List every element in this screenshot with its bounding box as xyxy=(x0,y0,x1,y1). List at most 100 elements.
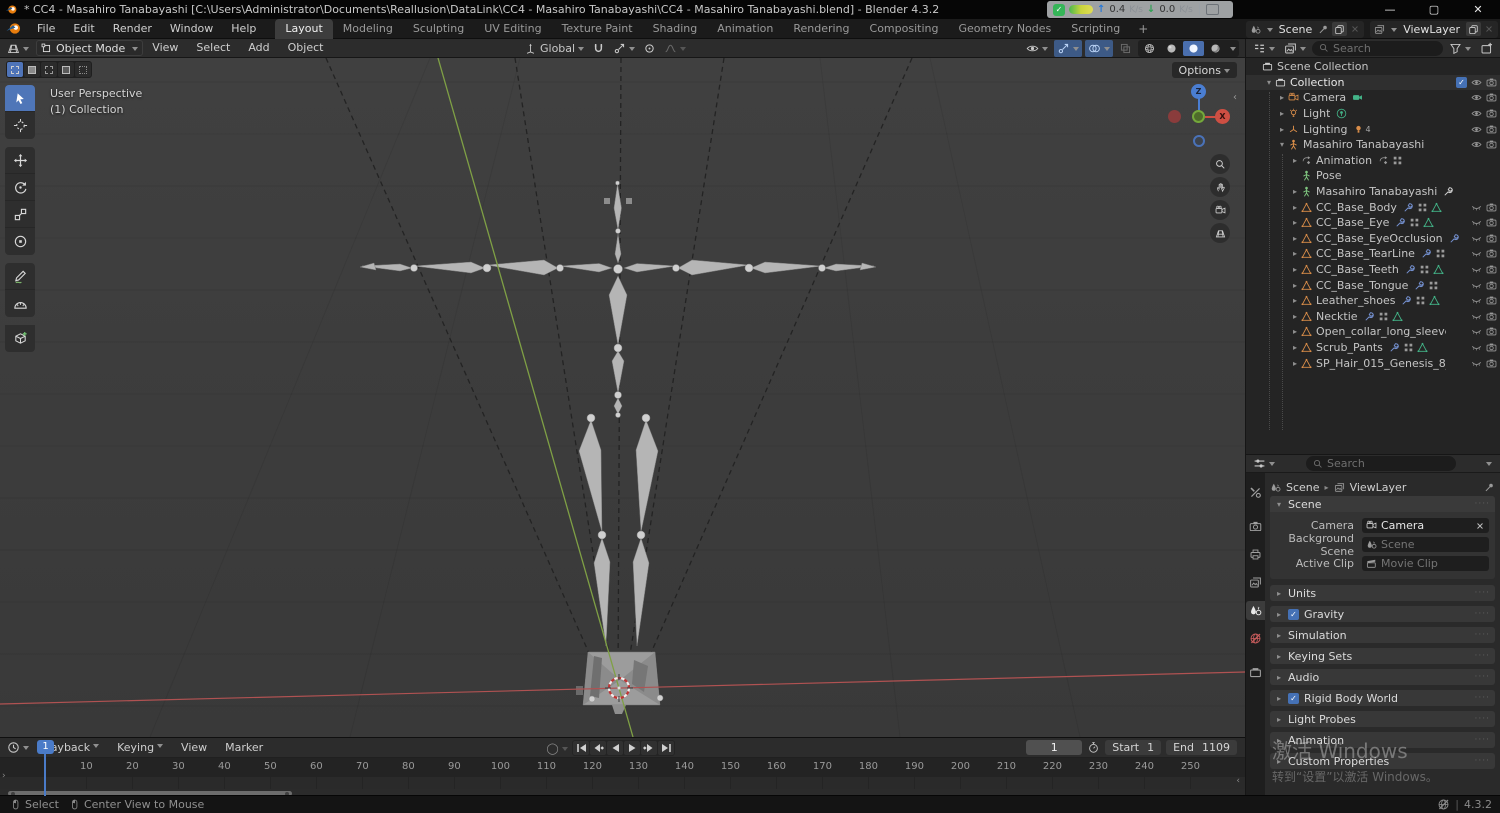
chevron-right-icon[interactable]: ▸ xyxy=(1289,281,1301,290)
outliner-item-label[interactable]: Masahiro Tanabayashi xyxy=(1303,138,1424,151)
eye-closed-icon[interactable] xyxy=(1471,217,1482,228)
gizmo-negative-z-axis[interactable] xyxy=(1193,135,1205,147)
wrench-badge-icon[interactable] xyxy=(1389,342,1400,353)
workspace-tab-scripting[interactable]: Scripting xyxy=(1061,19,1130,39)
timeline-menu-keying[interactable]: Keying xyxy=(108,738,172,758)
chevron-right-icon[interactable]: ▸ xyxy=(1289,218,1301,227)
tri-badge-icon[interactable] xyxy=(1392,311,1403,322)
chevron-right-icon[interactable]: ▸ xyxy=(1289,249,1301,258)
wrench-badge-icon[interactable] xyxy=(1403,202,1414,213)
outliner-row-cc-base-eye[interactable]: ▸ CC_Base_Eye xyxy=(1246,215,1500,231)
properties-editor-type-button[interactable] xyxy=(1250,455,1278,472)
timeline-ruler[interactable]: 10 20 30 40 50 60 70 80 90 100 110 120 130 140 150 160 1… xyxy=(0,758,1245,777)
anim-badge-icon[interactable] xyxy=(1378,155,1389,166)
breadcrumb-scene[interactable]: Scene xyxy=(1286,481,1320,494)
field-input-background-scene[interactable]: Scene xyxy=(1362,537,1489,552)
xray-toggle[interactable] xyxy=(1116,40,1135,57)
tool-select-box[interactable] xyxy=(5,85,35,112)
panel-light-probes[interactable]: ▸ Light Probes ···· xyxy=(1270,711,1495,727)
eye-closed-icon[interactable] xyxy=(1471,342,1482,353)
snap-toggle[interactable] xyxy=(589,40,608,57)
pin-icon[interactable] xyxy=(1484,482,1495,493)
timeline-tracks[interactable] xyxy=(0,777,1245,789)
new-scene-button[interactable] xyxy=(1332,22,1348,36)
outliner-row-masahiro-tanabayashi[interactable]: ▾ Masahiro Tanabayashi xyxy=(1246,137,1500,153)
menu-file[interactable]: File xyxy=(28,19,64,39)
outliner-row-cc-base-teeth[interactable]: ▸ CC_Base_Teeth xyxy=(1246,262,1500,278)
tri-badge-icon[interactable] xyxy=(1423,217,1434,228)
outliner-item-label[interactable]: CC_Base_Teeth xyxy=(1316,263,1399,276)
status-pill-icon[interactable] xyxy=(1069,5,1093,14)
vgroup-badge-icon[interactable] xyxy=(1417,202,1428,213)
eye-open-icon[interactable] xyxy=(1471,108,1482,119)
workspace-tab-animation[interactable]: Animation xyxy=(707,19,783,39)
panel-drag-handle[interactable]: ···· xyxy=(1475,735,1490,745)
shading-rendered-button[interactable] xyxy=(1205,41,1226,56)
blender-menu-icon[interactable] xyxy=(6,21,21,36)
outliner-item-label[interactable]: CC_Base_EyeOcclusion xyxy=(1316,232,1443,245)
panel-drag-handle[interactable]: ···· xyxy=(1475,672,1490,682)
tool-rotate[interactable] xyxy=(5,174,35,201)
tab-output[interactable] xyxy=(1246,545,1265,564)
panel-drag-handle[interactable]: ···· xyxy=(1475,693,1490,703)
outliner-row-masahiro-tanabayashi[interactable]: ▸ Masahiro Tanabayashi xyxy=(1246,184,1500,200)
chevron-right-icon[interactable]: ▸ xyxy=(1289,359,1301,368)
render-visibility-icon[interactable] xyxy=(1486,202,1497,213)
wrench-badge-icon[interactable] xyxy=(1395,217,1406,228)
render-visibility-icon[interactable] xyxy=(1486,233,1497,244)
scene-selector[interactable]: Scene xyxy=(1245,20,1365,38)
pin-icon[interactable] xyxy=(1318,24,1329,35)
select-mode-extend-button[interactable] xyxy=(24,62,40,77)
eye-open-icon[interactable] xyxy=(1471,77,1482,88)
scene-panel-header[interactable]: ▾ Scene ···· xyxy=(1270,496,1495,512)
outliner-item-label[interactable]: Scene Collection xyxy=(1277,60,1368,73)
outliner-row-scene-collection[interactable]: Scene Collection xyxy=(1246,59,1500,75)
menu-window[interactable]: Window xyxy=(161,19,222,39)
tool-annotate[interactable] xyxy=(5,263,35,290)
gizmo-x-axis[interactable]: X xyxy=(1215,109,1230,124)
wrench-badge-icon[interactable] xyxy=(1414,280,1425,291)
stopwatch-icon[interactable] xyxy=(1087,741,1100,754)
workspace-tab-texture-paint[interactable]: Texture Paint xyxy=(552,19,643,39)
clear-icon[interactable] xyxy=(1475,521,1485,531)
select-mode-intersect-button[interactable] xyxy=(75,62,91,77)
outliner-item-label[interactable]: Masahiro Tanabayashi xyxy=(1316,185,1437,198)
outliner-row-scrub-pants[interactable]: ▸ Scrub_Pants xyxy=(1246,340,1500,356)
vgroup-badge-icon[interactable] xyxy=(1415,295,1426,306)
panel-drag-handle[interactable]: ···· xyxy=(1475,651,1490,661)
panel-audio[interactable]: ▸ Audio ···· xyxy=(1270,669,1495,685)
tab-collection[interactable] xyxy=(1246,663,1265,682)
start-frame-field[interactable]: Start 1 xyxy=(1105,740,1162,755)
chevron-right-icon[interactable]: ▸ xyxy=(1289,296,1301,305)
outliner-row-pose[interactable]: Pose xyxy=(1246,168,1500,184)
gizmo-z-axis[interactable]: Z xyxy=(1191,84,1206,99)
chevron-right-icon[interactable]: ▸ xyxy=(1289,203,1301,212)
tool-add-cube[interactable] xyxy=(5,325,35,352)
sidebar-collapse-arrow[interactable]: ‹ xyxy=(1233,92,1237,103)
render-visibility-icon[interactable] xyxy=(1486,326,1497,337)
workspace-tab-shading[interactable]: Shading xyxy=(643,19,708,39)
gizmo-negative-x-axis[interactable] xyxy=(1168,110,1181,123)
maximize-button[interactable]: ▢ xyxy=(1412,0,1456,19)
outliner-item-label[interactable]: SP_Hair_015_Genesis_8_Male_ xyxy=(1316,357,1446,370)
shading-material-button[interactable] xyxy=(1183,40,1204,56)
eye-closed-icon[interactable] xyxy=(1471,264,1482,275)
vgroup-badge-icon[interactable] xyxy=(1409,217,1420,228)
transform-orientation-dropdown[interactable]: Global xyxy=(522,40,587,57)
outliner-item-label[interactable]: Camera xyxy=(1303,91,1346,104)
vgroup-badge-icon[interactable] xyxy=(1428,280,1439,291)
eye-closed-icon[interactable] xyxy=(1471,248,1482,259)
tab-scene[interactable] xyxy=(1246,601,1265,620)
gizmo-y-axis[interactable] xyxy=(1192,110,1205,123)
eye-closed-icon[interactable] xyxy=(1471,326,1482,337)
outliner-item-label[interactable]: CC_Base_Body xyxy=(1316,201,1397,214)
select-mode-new-button[interactable] xyxy=(7,62,23,77)
tool-scale[interactable] xyxy=(5,201,35,228)
tab-world[interactable] xyxy=(1246,629,1265,648)
panel-units[interactable]: ▸ Units ···· xyxy=(1270,585,1495,601)
render-visibility-icon[interactable] xyxy=(1486,217,1497,228)
show-overlays-toggle[interactable] xyxy=(1085,39,1113,57)
properties-options-caret[interactable] xyxy=(1486,462,1492,469)
outliner-row-animation[interactable]: ▸ Animation xyxy=(1246,153,1500,169)
render-visibility-icon[interactable] xyxy=(1486,311,1497,322)
